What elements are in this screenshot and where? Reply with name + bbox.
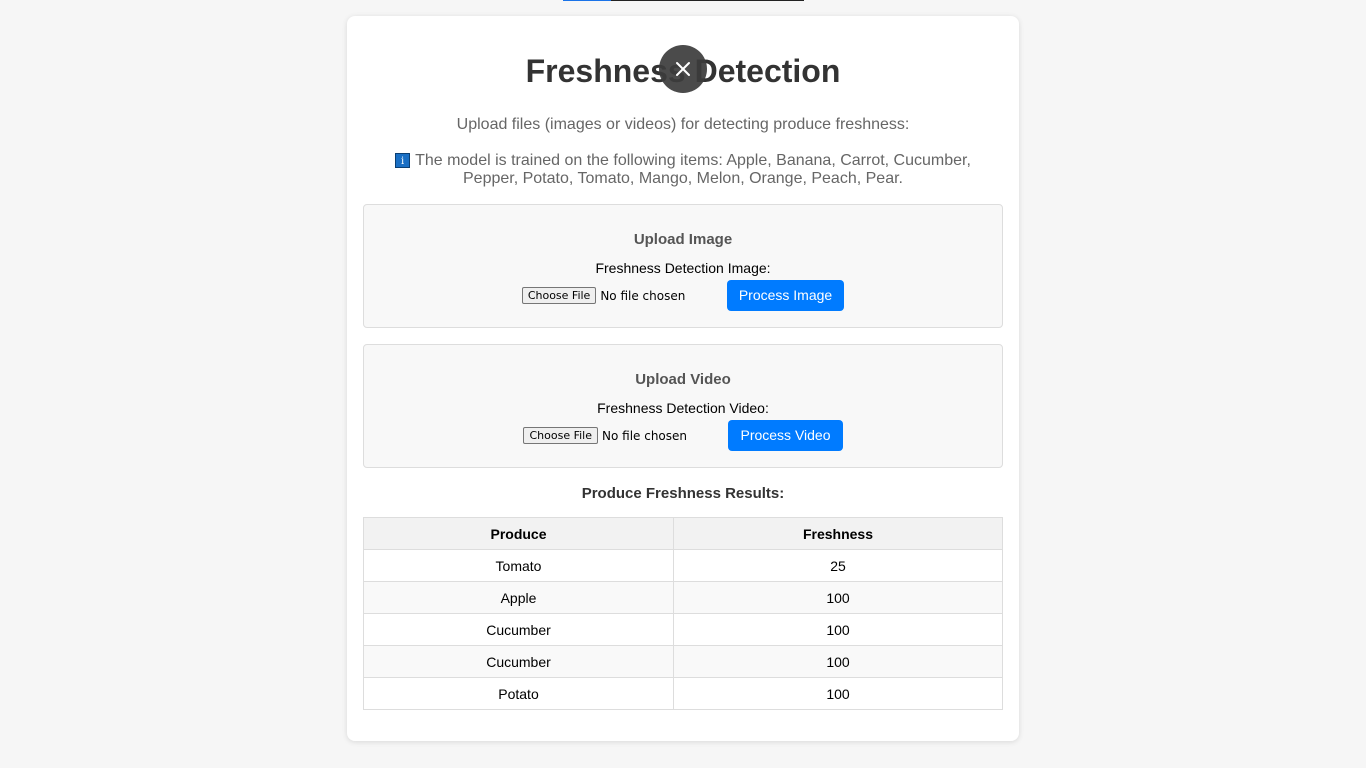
model-info-text: The model is trained on the following it… bbox=[415, 152, 971, 187]
table-row: Apple 100 bbox=[363, 581, 1003, 614]
table-row: Cucumber 100 bbox=[363, 645, 1003, 678]
produce-cell: Potato bbox=[363, 677, 674, 710]
column-header-produce: Produce bbox=[363, 517, 674, 550]
freshness-cell: 100 bbox=[673, 677, 1003, 710]
page-subtitle: Upload files (images or videos) for dete… bbox=[456, 116, 910, 133]
process-video-button[interactable]: Process Video bbox=[728, 420, 843, 451]
image-upload-row: Choose File No file chosen Process Image bbox=[364, 280, 1002, 311]
freshness-cell: 100 bbox=[673, 613, 1003, 646]
results-table: Produce Freshness Tomato 25 Apple 100 Cu… bbox=[363, 517, 1003, 710]
table-row: Potato 100 bbox=[363, 677, 1003, 710]
video-file-status: No file chosen bbox=[602, 428, 688, 443]
process-image-button[interactable]: Process Image bbox=[726, 280, 845, 311]
upload-image-section: Upload Image Freshness Detection Image: … bbox=[363, 204, 1003, 328]
image-choose-file-button[interactable]: Choose File bbox=[521, 287, 597, 304]
image-file-input[interactable]: Choose File No file chosen bbox=[521, 287, 727, 304]
close-icon bbox=[676, 62, 690, 76]
video-choose-file-button[interactable]: Choose File bbox=[523, 427, 598, 444]
upload-video-heading: Upload Video bbox=[635, 371, 731, 388]
results-header-row: Produce Freshness bbox=[363, 517, 1003, 550]
upload-image-heading: Upload Image bbox=[633, 231, 733, 248]
produce-cell: Cucumber bbox=[363, 613, 674, 646]
top-tab-strip bbox=[563, 0, 804, 1]
column-header-freshness: Freshness bbox=[673, 517, 1003, 550]
freshness-cell: 100 bbox=[673, 645, 1003, 678]
upload-video-section: Upload Video Freshness Detection Video: … bbox=[363, 344, 1003, 468]
image-file-status: No file chosen bbox=[600, 288, 686, 303]
table-row: Tomato 25 bbox=[363, 549, 1003, 582]
video-file-input[interactable]: Choose File No file chosen bbox=[523, 427, 728, 444]
produce-cell: Apple bbox=[363, 581, 674, 614]
video-upload-row: Choose File No file chosen Process Video bbox=[364, 420, 1002, 451]
top-tab-active-indicator bbox=[563, 0, 611, 1]
model-info: i The model is trained on the following i… bbox=[363, 152, 1003, 188]
table-row: Cucumber 100 bbox=[363, 613, 1003, 646]
results-title: Produce Freshness Results: bbox=[581, 485, 785, 502]
info-icon: i bbox=[395, 153, 411, 168]
image-input-label: Freshness Detection Image: bbox=[595, 260, 771, 276]
produce-cell: Tomato bbox=[363, 549, 674, 582]
freshness-cell: 25 bbox=[673, 549, 1003, 582]
main-card: Freshness Detection Upload files (images… bbox=[347, 16, 1019, 741]
video-input-label: Freshness Detection Video: bbox=[597, 400, 769, 416]
close-button[interactable] bbox=[659, 45, 707, 93]
top-tab-underline bbox=[611, 0, 804, 1]
produce-cell: Cucumber bbox=[363, 645, 674, 678]
freshness-cell: 100 bbox=[673, 581, 1003, 614]
